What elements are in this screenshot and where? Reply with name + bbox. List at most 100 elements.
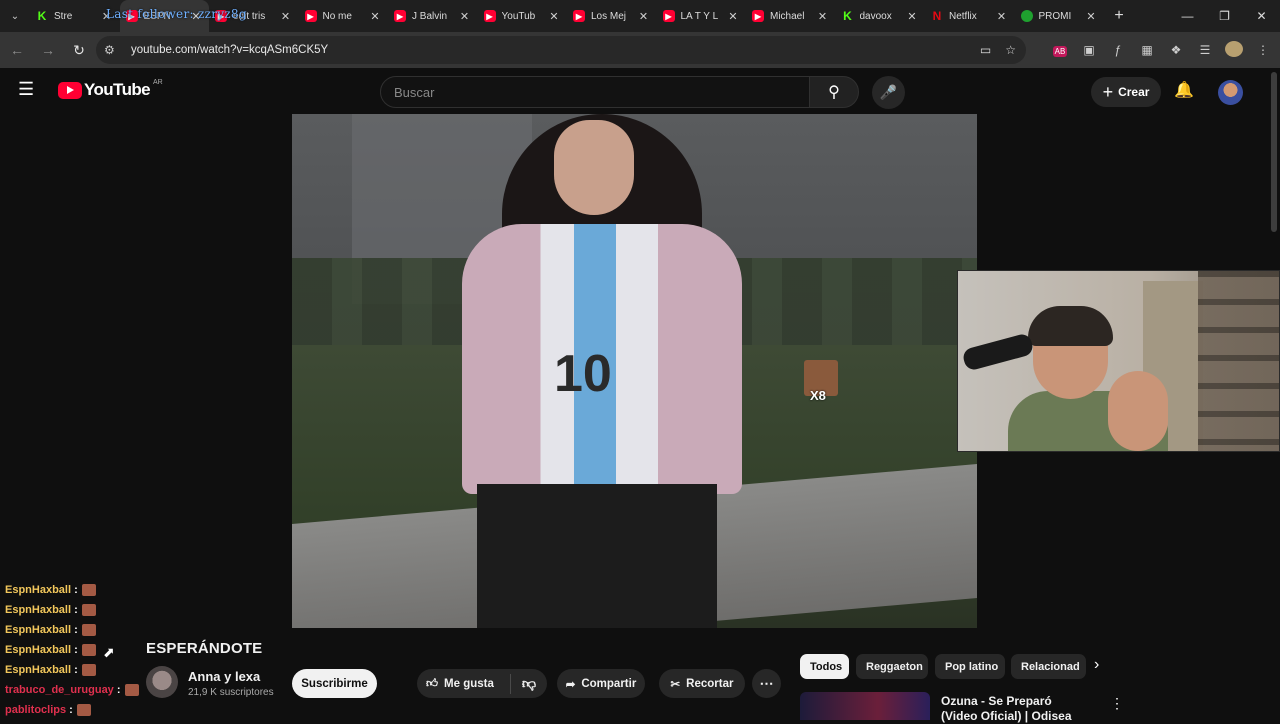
chat-username: trabuco_de_uruguay <box>5 684 114 696</box>
chips-next-chevron-icon[interactable]: › <box>1094 656 1099 674</box>
country-code: AR <box>153 78 163 86</box>
browser-tab[interactable]: ▶ No me ✕ <box>299 0 389 32</box>
recommended-video-menu-icon[interactable]: ⋮ <box>1110 695 1124 712</box>
browser-tab[interactable]: PROMI ✕ <box>1015 0 1105 32</box>
chat-separator: : <box>71 604 78 616</box>
search-placeholder: Buscar <box>394 84 435 100</box>
subscribe-button[interactable]: Suscribirme <box>292 669 377 698</box>
script-extension-icon[interactable]: ƒ <box>1109 43 1127 57</box>
browser-tab-title: Stre <box>54 10 73 22</box>
scissors-icon: ✂ <box>670 678 681 691</box>
create-button[interactable]: + Crear <box>1091 77 1161 107</box>
tab-close-icon[interactable]: ✕ <box>1084 10 1098 23</box>
filter-chip[interactable]: Pop latino <box>935 654 1005 679</box>
more-actions-icon[interactable]: ⋯ <box>752 669 781 698</box>
like-button[interactable]: 👍︎ Me gusta <box>417 673 511 694</box>
adblock-extension-icon[interactable]: AB <box>1051 43 1069 57</box>
chat-username: EspnHaxball <box>5 664 72 676</box>
tab-search-chevron-icon[interactable]: ⌄ <box>0 0 30 32</box>
filter-chip[interactable]: Relacionad <box>1011 654 1086 679</box>
stream-chat-overlay: EspnHaxball : EspnHaxball : EspnHaxball :E… <box>5 580 145 720</box>
youtube-wordmark: YouTube <box>84 80 151 99</box>
back-arrow-icon[interactable]: ← <box>3 36 31 64</box>
chat-separator: : <box>71 584 78 596</box>
url-text[interactable]: youtube.com/watch?v=kcqASm6CK5Y <box>131 44 328 56</box>
tab-close-icon[interactable]: ✕ <box>995 10 1009 23</box>
tab-close-icon[interactable]: ✕ <box>637 10 651 23</box>
like-dislike-group: 👍︎ Me gusta 👎︎ <box>417 669 547 698</box>
video-player[interactable]: 10 X8 <box>292 114 977 628</box>
channel-name[interactable]: Anna y lexa <box>188 669 260 684</box>
youtube-account-avatar[interactable] <box>1218 80 1243 105</box>
yt-favicon-icon: ▶ <box>662 10 675 22</box>
minimize-icon[interactable]: — <box>1169 0 1206 32</box>
extension-icon[interactable]: ▣ <box>1080 43 1098 57</box>
chat-message: trabuco_de_uruguay : <box>5 680 145 700</box>
restore-icon[interactable]: ❐ <box>1206 0 1243 32</box>
recommended-video-thumbnail[interactable] <box>800 692 930 720</box>
menu-hamburger-icon[interactable]: ☰ <box>18 80 38 98</box>
forward-arrow-icon[interactable]: → <box>34 36 62 64</box>
emote-overlay-count: X8 <box>810 388 826 403</box>
window-controls: — ❐ ✕ <box>1169 0 1280 32</box>
chat-emote-icon <box>81 604 96 616</box>
search-input[interactable]: Buscar <box>380 76 810 108</box>
search-icon[interactable]: ⚲ <box>809 76 859 108</box>
microphone-icon[interactable]: 🎤 <box>872 76 905 109</box>
chat-separator: : <box>113 684 121 696</box>
chat-username: EspnHaxball <box>5 584 72 596</box>
close-window-icon[interactable]: ✕ <box>1243 0 1280 32</box>
filter-chip[interactable]: Todos <box>800 654 849 679</box>
install-app-icon[interactable]: ▭ <box>980 43 991 57</box>
mouse-cursor-icon: ⬈ <box>103 644 115 660</box>
puzzle-extensions-icon[interactable]: ❖ <box>1167 43 1185 57</box>
youtube-masthead: ☰ YouTube AR Buscar ⚲ 🎤 + Crear 🔔 <box>0 68 1280 114</box>
filter-chip[interactable]: Reggaeton <box>856 654 928 679</box>
yt-favicon-icon: ▶ <box>752 10 764 22</box>
chat-message: EspnHaxball : <box>5 600 145 620</box>
new-tab-button[interactable]: + <box>1104 7 1134 25</box>
chat-username: EspnHaxball <box>5 644 72 656</box>
dislike-button[interactable]: 👎︎ <box>511 675 547 692</box>
tab-close-icon[interactable]: ✕ <box>726 10 740 23</box>
browser-tab[interactable]: N Netflix ✕ <box>925 0 1015 32</box>
like-label: Me gusta <box>444 677 494 690</box>
tab-close-icon[interactable]: ✕ <box>279 10 293 23</box>
bookmark-star-icon[interactable]: ☆ <box>1005 43 1016 57</box>
chat-emote-icon <box>81 584 96 596</box>
plus-icon: + <box>1102 81 1114 102</box>
browser-tab[interactable]: Kdavoox ✕ <box>836 0 926 32</box>
tab-close-icon[interactable]: ✕ <box>458 10 472 23</box>
notifications-bell-icon[interactable]: 🔔 <box>1174 80 1194 100</box>
browser-tab[interactable]: ▶ Los Mej ✕ <box>567 0 657 32</box>
browser-tab[interactable]: ▶ YouTub ✕ <box>478 0 568 32</box>
adblock-badge: AB <box>1052 46 1068 57</box>
chat-message: pablitoclips : <box>5 700 145 720</box>
browser-tab[interactable]: ▶ J Balvin ✕ <box>388 0 478 32</box>
youtube-logo[interactable]: YouTube AR <box>58 78 163 100</box>
scrollbar-thumb[interactable] <box>1271 72 1277 232</box>
tab-close-icon[interactable]: ✕ <box>816 10 830 23</box>
reload-icon[interactable]: ↻ <box>65 36 93 64</box>
chrome-menu-icon[interactable]: ⋮ <box>1254 43 1272 57</box>
video-title: ESPERÁNDOTE <box>146 640 263 657</box>
clip-button[interactable]: ✂ Recortar <box>659 669 745 698</box>
media-control-icon[interactable]: ☰ <box>1196 43 1214 57</box>
screenshot-extension-icon[interactable]: ▦ <box>1138 43 1156 57</box>
share-button[interactable]: ➦ Compartir <box>557 669 645 698</box>
address-bar[interactable]: ⚙ youtube.com/watch?v=kcqASm6CK5Y ▭ ☆ <box>96 36 1026 64</box>
subscriber-count: 21,9 K suscriptores <box>188 687 274 698</box>
browser-tab-title: LA T Y L <box>680 10 719 22</box>
site-info-icon[interactable]: ⚙ <box>104 43 126 57</box>
browser-tab[interactable]: ▶ Michael ✕ <box>746 0 836 32</box>
chat-message: EspnHaxball : <box>5 660 145 680</box>
browser-tab-title: Michael <box>770 10 805 22</box>
chat-username: EspnHaxball <box>5 604 72 616</box>
browser-tab[interactable]: ▶ LA T Y L ✕ <box>657 0 747 32</box>
tab-close-icon[interactable]: ✕ <box>905 10 919 23</box>
yt-favicon-icon: ▶ <box>394 10 406 22</box>
chrome-profile-avatar[interactable] <box>1225 40 1243 60</box>
tab-close-icon[interactable]: ✕ <box>547 10 561 23</box>
tab-close-icon[interactable]: ✕ <box>368 10 382 23</box>
channel-avatar[interactable] <box>146 666 178 698</box>
